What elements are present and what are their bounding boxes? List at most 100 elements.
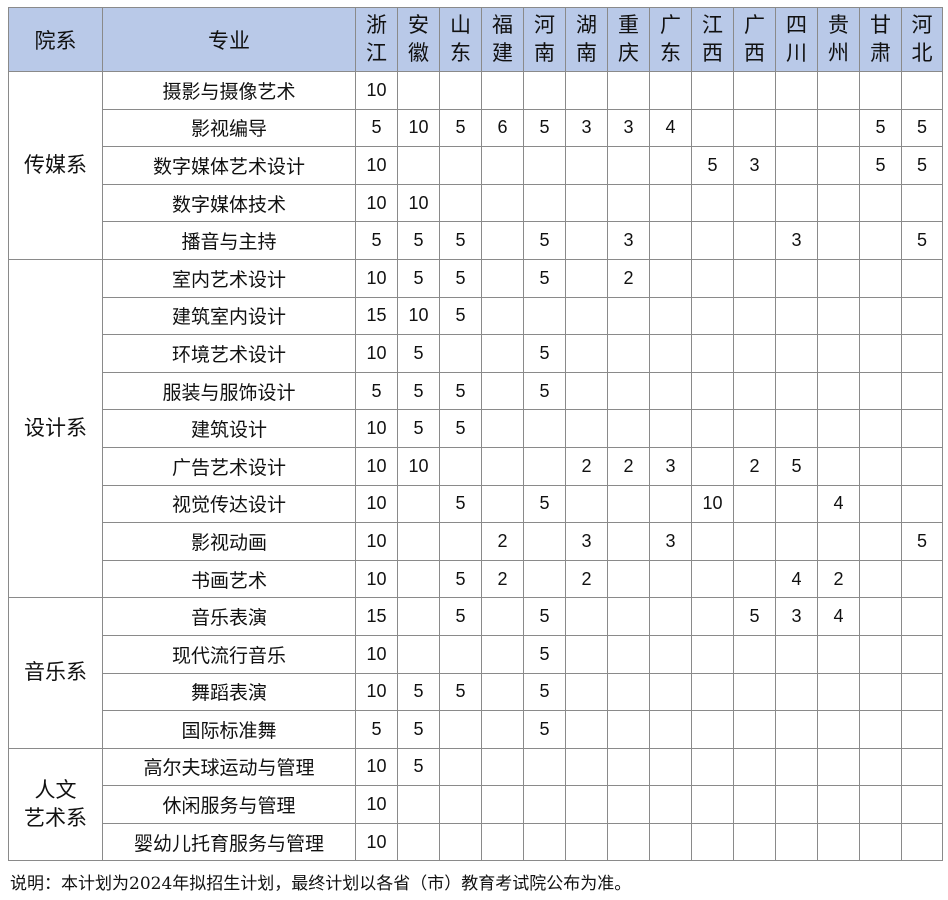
quota-cell xyxy=(859,522,902,561)
quota-cell: 5 xyxy=(859,108,902,148)
quota-cell: 2 xyxy=(565,559,608,599)
header-province-char: 浙 xyxy=(366,12,387,37)
table-row: 休闲服务与管理 10 xyxy=(9,785,943,824)
quota-cell xyxy=(691,334,734,373)
quota-cell xyxy=(481,634,524,674)
table-row: 舞蹈表演 10 5 5 5 xyxy=(9,672,943,712)
quota-cell xyxy=(901,747,943,787)
quota-cell: 2 xyxy=(733,446,776,486)
quota-cell xyxy=(775,672,818,712)
quota-cell xyxy=(607,710,650,749)
quota-cell xyxy=(733,822,776,862)
major-cell: 书画艺术 xyxy=(102,559,356,599)
quota-cell: 6 xyxy=(481,108,524,148)
major-cell: 高尔夫球运动与管理 xyxy=(102,747,356,787)
quota-cell xyxy=(691,634,734,674)
quota-cell: 5 xyxy=(901,108,943,148)
table-row: 影视动画 10 2 3 3 5 xyxy=(9,522,943,561)
quota-cell xyxy=(481,71,524,110)
quota-cell xyxy=(691,822,734,862)
quota-cell xyxy=(733,108,776,148)
header-province-char: 广 xyxy=(660,12,681,37)
department-name-line: 人文 xyxy=(34,778,77,803)
quota-cell xyxy=(439,334,482,373)
quota-cell xyxy=(565,672,608,712)
quota-cell xyxy=(859,183,902,223)
header-province-char: 西 xyxy=(744,40,765,65)
header-province: 广西 xyxy=(733,7,776,72)
header-province-char: 江 xyxy=(702,12,723,37)
quota-cell: 10 xyxy=(355,522,398,561)
quota-cell xyxy=(901,296,943,336)
header-province: 甘肃 xyxy=(859,7,902,72)
quota-cell xyxy=(859,747,902,787)
quota-cell xyxy=(859,672,902,712)
quota-cell xyxy=(859,221,902,260)
major-cell: 视觉传达设计 xyxy=(102,484,356,524)
major-cell: 服装与服饰设计 xyxy=(102,371,356,411)
quota-cell: 3 xyxy=(607,108,650,148)
header-province-char: 湖 xyxy=(576,12,597,37)
quota-cell xyxy=(691,522,734,561)
quota-cell: 10 xyxy=(355,183,398,223)
quota-cell xyxy=(607,484,650,524)
table-row: 人文 艺术系 高尔夫球运动与管理 10 5 xyxy=(8,747,943,862)
quota-cell xyxy=(733,484,776,524)
quota-cell xyxy=(817,146,860,185)
quota-cell xyxy=(691,446,734,486)
header-province: 湖南 xyxy=(565,7,608,72)
quota-cell: 10 xyxy=(397,296,440,336)
quota-cell xyxy=(733,522,776,561)
quota-cell xyxy=(901,672,943,712)
quota-cell xyxy=(901,484,943,524)
header-province-char: 东 xyxy=(660,40,681,65)
quota-cell xyxy=(859,822,902,862)
quota-cell: 5 xyxy=(523,258,566,298)
header-province-char: 福 xyxy=(492,12,513,37)
quota-cell xyxy=(523,146,566,185)
quota-cell: 10 xyxy=(355,71,398,110)
quota-cell xyxy=(817,672,860,712)
quota-cell xyxy=(481,672,524,712)
quota-cell xyxy=(775,334,818,373)
quota-cell: 5 xyxy=(523,334,566,373)
quota-cell xyxy=(691,672,734,712)
quota-cell: 10 xyxy=(355,484,398,524)
quota-cell xyxy=(439,522,482,561)
quota-cell xyxy=(817,822,860,862)
quota-cell xyxy=(817,108,860,148)
quota-cell: 5 xyxy=(355,108,398,148)
header-province-char: 建 xyxy=(492,40,513,65)
enrollment-plan-table: 院系 专业 浙江安徽山东福建河南湖南重庆广东江西广西四川贵州甘肃河北 传媒系 摄影… xyxy=(8,7,943,862)
quota-cell: 5 xyxy=(439,371,482,411)
header-province-char: 庆 xyxy=(618,40,639,65)
quota-cell xyxy=(607,71,650,110)
quota-cell xyxy=(565,221,608,260)
quota-cell: 5 xyxy=(397,672,440,712)
quota-cell xyxy=(565,484,608,524)
header-province: 江西 xyxy=(691,7,734,72)
quota-cell xyxy=(859,710,902,749)
quota-cell: 10 xyxy=(355,785,398,824)
quota-cell xyxy=(607,634,650,674)
quota-cell xyxy=(817,634,860,674)
quota-cell xyxy=(859,258,902,298)
quota-cell xyxy=(481,785,524,824)
quota-cell: 10 xyxy=(355,409,398,448)
quota-cell: 5 xyxy=(523,634,566,674)
quota-cell xyxy=(901,446,943,486)
major-cell: 音乐表演 xyxy=(102,597,356,636)
quota-cell xyxy=(817,710,860,749)
header-province-char: 肃 xyxy=(870,40,891,65)
quota-cell xyxy=(901,409,943,448)
quota-cell xyxy=(901,822,943,862)
major-cell: 摄影与摄像艺术 xyxy=(102,71,356,110)
quota-cell: 5 xyxy=(355,371,398,411)
quota-cell: 5 xyxy=(397,334,440,373)
quota-cell xyxy=(649,183,692,223)
major-cell: 国际标准舞 xyxy=(102,710,356,749)
header-province-char: 东 xyxy=(450,40,471,65)
quota-cell: 5 xyxy=(439,597,482,636)
quota-cell: 5 xyxy=(397,221,440,260)
quota-cell xyxy=(775,371,818,411)
